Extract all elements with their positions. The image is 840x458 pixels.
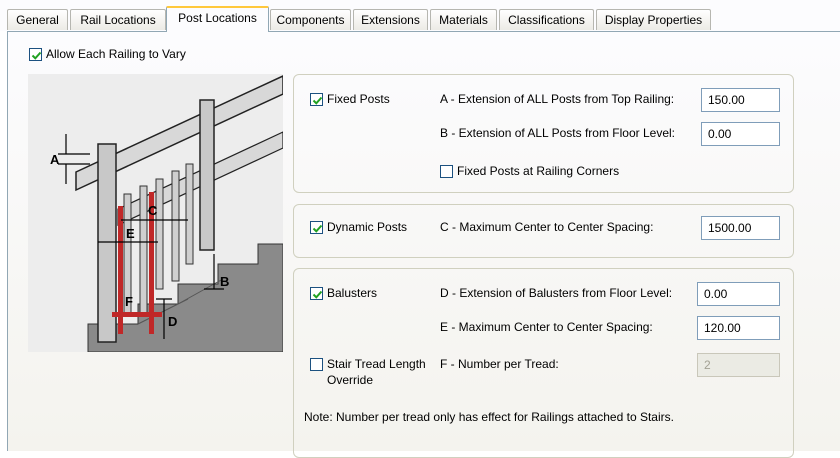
tab-bar: General Rail Locations Post Locations Co…	[0, 0, 840, 32]
tab-extensions[interactable]: Extensions	[353, 9, 428, 30]
railing-illustration: A C E B F D	[28, 74, 283, 352]
per-tread-note: Note: Number per tread only has effect f…	[304, 410, 674, 424]
fixed-posts-corners-label: Fixed Posts at Railing Corners	[457, 164, 620, 178]
posts-ext-top-input[interactable]: 150.00	[701, 88, 780, 112]
dim-label-f: F	[125, 294, 133, 309]
stair-tread-override-label-line2: Override	[327, 373, 374, 387]
posts-ext-floor-label: B - Extension of ALL Posts from Floor Le…	[440, 126, 675, 140]
balusters-ext-floor-label: D - Extension of Balusters from Floor Le…	[440, 286, 673, 300]
dynamic-spacing-input[interactable]: 1500.00	[701, 216, 780, 240]
checkmark-icon	[312, 224, 323, 233]
fixed-posts-corners-checkbox[interactable]	[440, 165, 453, 178]
posts-ext-top-label: A - Extension of ALL Posts from Top Rail…	[440, 92, 675, 106]
balusters-spacing-input[interactable]: 120.00	[697, 316, 780, 340]
balusters-checkbox[interactable]	[310, 287, 323, 300]
dim-label-a: A	[50, 152, 60, 167]
balusters-label: Balusters	[327, 286, 378, 300]
fixed-posts-label: Fixed Posts	[327, 92, 390, 106]
railing-diagram: A C E B F D	[50, 75, 283, 352]
tab-general[interactable]: General	[7, 9, 68, 30]
dim-label-e: E	[126, 226, 135, 241]
dynamic-spacing-label: C - Maximum Center to Center Spacing:	[440, 220, 654, 234]
balusters-ext-floor-input[interactable]: 0.00	[697, 282, 780, 306]
per-tread-input[interactable]: 2	[697, 353, 780, 377]
tab-classifications[interactable]: Classifications	[499, 9, 594, 30]
stair-tread-override-checkbox[interactable]	[310, 358, 323, 371]
stair-tread-override-label: Stair Tread Length	[327, 357, 426, 371]
checkmark-icon	[31, 51, 42, 60]
posts-ext-floor-input[interactable]: 0.00	[701, 122, 780, 146]
dim-label-c: C	[148, 203, 158, 218]
tab-components[interactable]: Components	[270, 9, 351, 30]
per-tread-label: F - Number per Tread:	[440, 357, 559, 371]
dim-label-d: D	[168, 314, 177, 329]
balusters-spacing-label: E - Maximum Center to Center Spacing:	[440, 320, 653, 334]
dynamic-posts-checkbox[interactable]	[310, 221, 323, 234]
checkmark-icon	[312, 96, 323, 105]
fixed-posts-checkbox[interactable]	[310, 93, 323, 106]
dynamic-posts-label: Dynamic Posts	[327, 220, 408, 234]
allow-vary-checkbox[interactable]	[29, 48, 42, 61]
tab-display-properties[interactable]: Display Properties	[596, 9, 711, 30]
dim-label-b: B	[220, 274, 229, 289]
tab-materials[interactable]: Materials	[430, 9, 497, 30]
tab-rail-locations[interactable]: Rail Locations	[70, 9, 166, 30]
allow-vary-label: Allow Each Railing to Vary	[46, 47, 186, 61]
tab-post-locations[interactable]: Post Locations	[166, 6, 269, 32]
checkmark-icon	[312, 290, 323, 299]
